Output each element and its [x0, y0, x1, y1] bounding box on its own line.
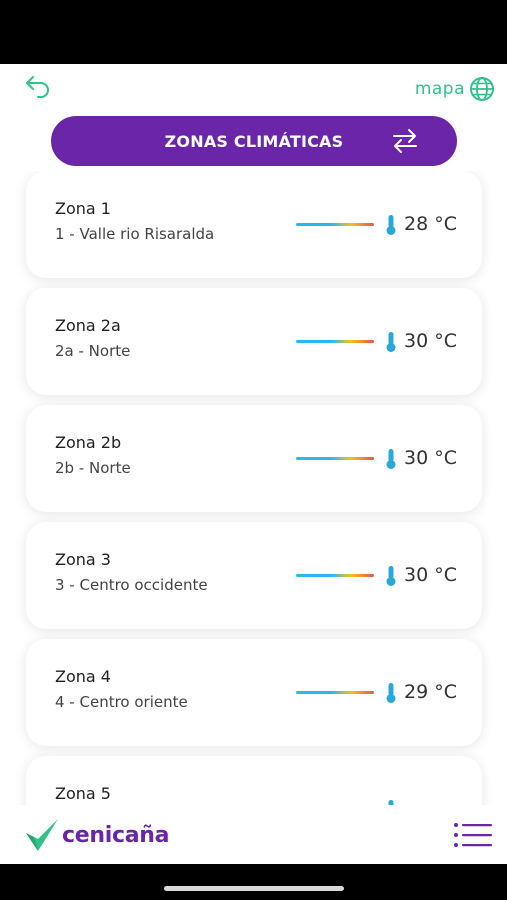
zone-temperature: 30 °C [404, 447, 457, 469]
zone-description: 4 - Centro oriente [55, 693, 188, 711]
zone-temperature: 30 °C [404, 564, 457, 586]
header-title: ZONAS CLIMÁTICAS [164, 131, 344, 151]
zone-card[interactable]: Zona 3 3 - Centro occidente 30 °C [26, 522, 482, 629]
cenicana-leaf-logo [26, 819, 58, 851]
cenicana-logo: cenicaña [24, 815, 169, 855]
zone-temperature: 29 °C [404, 681, 457, 703]
zone-description: 2a - Norte [55, 342, 131, 360]
swap-arrows-icon[interactable] [391, 128, 419, 154]
zone-name: Zona 1 [55, 199, 111, 218]
zone-card[interactable]: Zona 2a 2a - Norte 30 °C [26, 288, 482, 395]
temperature-gradient-line [296, 223, 374, 226]
zone-description: 2b - Norte [55, 459, 131, 477]
zone-temperature: 30 °C [404, 330, 457, 352]
zone-card[interactable]: Zona 2b 2b - Norte 30 °C [26, 405, 482, 512]
zone-name: Zona 4 [55, 667, 111, 686]
temperature-gradient-line [296, 574, 374, 577]
thermometer-icon [386, 332, 396, 352]
zone-description: 1 - Valle rio Risaralda [55, 225, 215, 243]
bottom-bar: cenicaña [0, 805, 507, 864]
map-button[interactable]: mapa [415, 76, 495, 102]
top-bar: mapa [0, 64, 507, 114]
zone-name: Zona 2b [55, 433, 122, 452]
zone-card[interactable]: Zona 1 1 - Valle rio Risaralda 28 °C [26, 171, 482, 278]
home-indicator-area [0, 864, 507, 900]
back-button[interactable] [22, 72, 54, 100]
temperature-gradient-line [296, 340, 374, 343]
app-screen: mapa ZONAS CLIMÁTICAS Zona 1 1 - Valle r… [0, 64, 507, 864]
globe-icon [470, 77, 494, 101]
thermometer-icon [386, 215, 396, 235]
zone-name: Zona 5 [55, 784, 111, 803]
zone-name: Zona 2a [55, 316, 121, 335]
map-label: mapa [414, 79, 465, 99]
zone-list: Zona 1 1 - Valle rio Risaralda 28 °C Zon… [0, 171, 507, 805]
back-arrow-icon [26, 76, 49, 98]
logo-text: cenicaña [62, 822, 170, 848]
menu-icon[interactable] [453, 821, 493, 849]
home-indicator[interactable] [164, 886, 344, 891]
zone-card[interactable]: Zona 4 4 - Centro oriente 29 °C [26, 639, 482, 746]
temperature-gradient-line [296, 457, 374, 460]
zone-name: Zona 3 [55, 550, 111, 569]
climate-zones-header[interactable]: ZONAS CLIMÁTICAS [51, 116, 457, 166]
status-bar [0, 0, 507, 64]
thermometer-icon [386, 683, 396, 703]
zone-description: 3 - Centro occidente [55, 576, 208, 594]
thermometer-icon [386, 566, 396, 586]
zone-temperature: 28 °C [404, 213, 457, 235]
temperature-gradient-line [296, 691, 374, 694]
zone-card[interactable]: Zona 5 [26, 756, 482, 805]
thermometer-icon [386, 449, 396, 469]
